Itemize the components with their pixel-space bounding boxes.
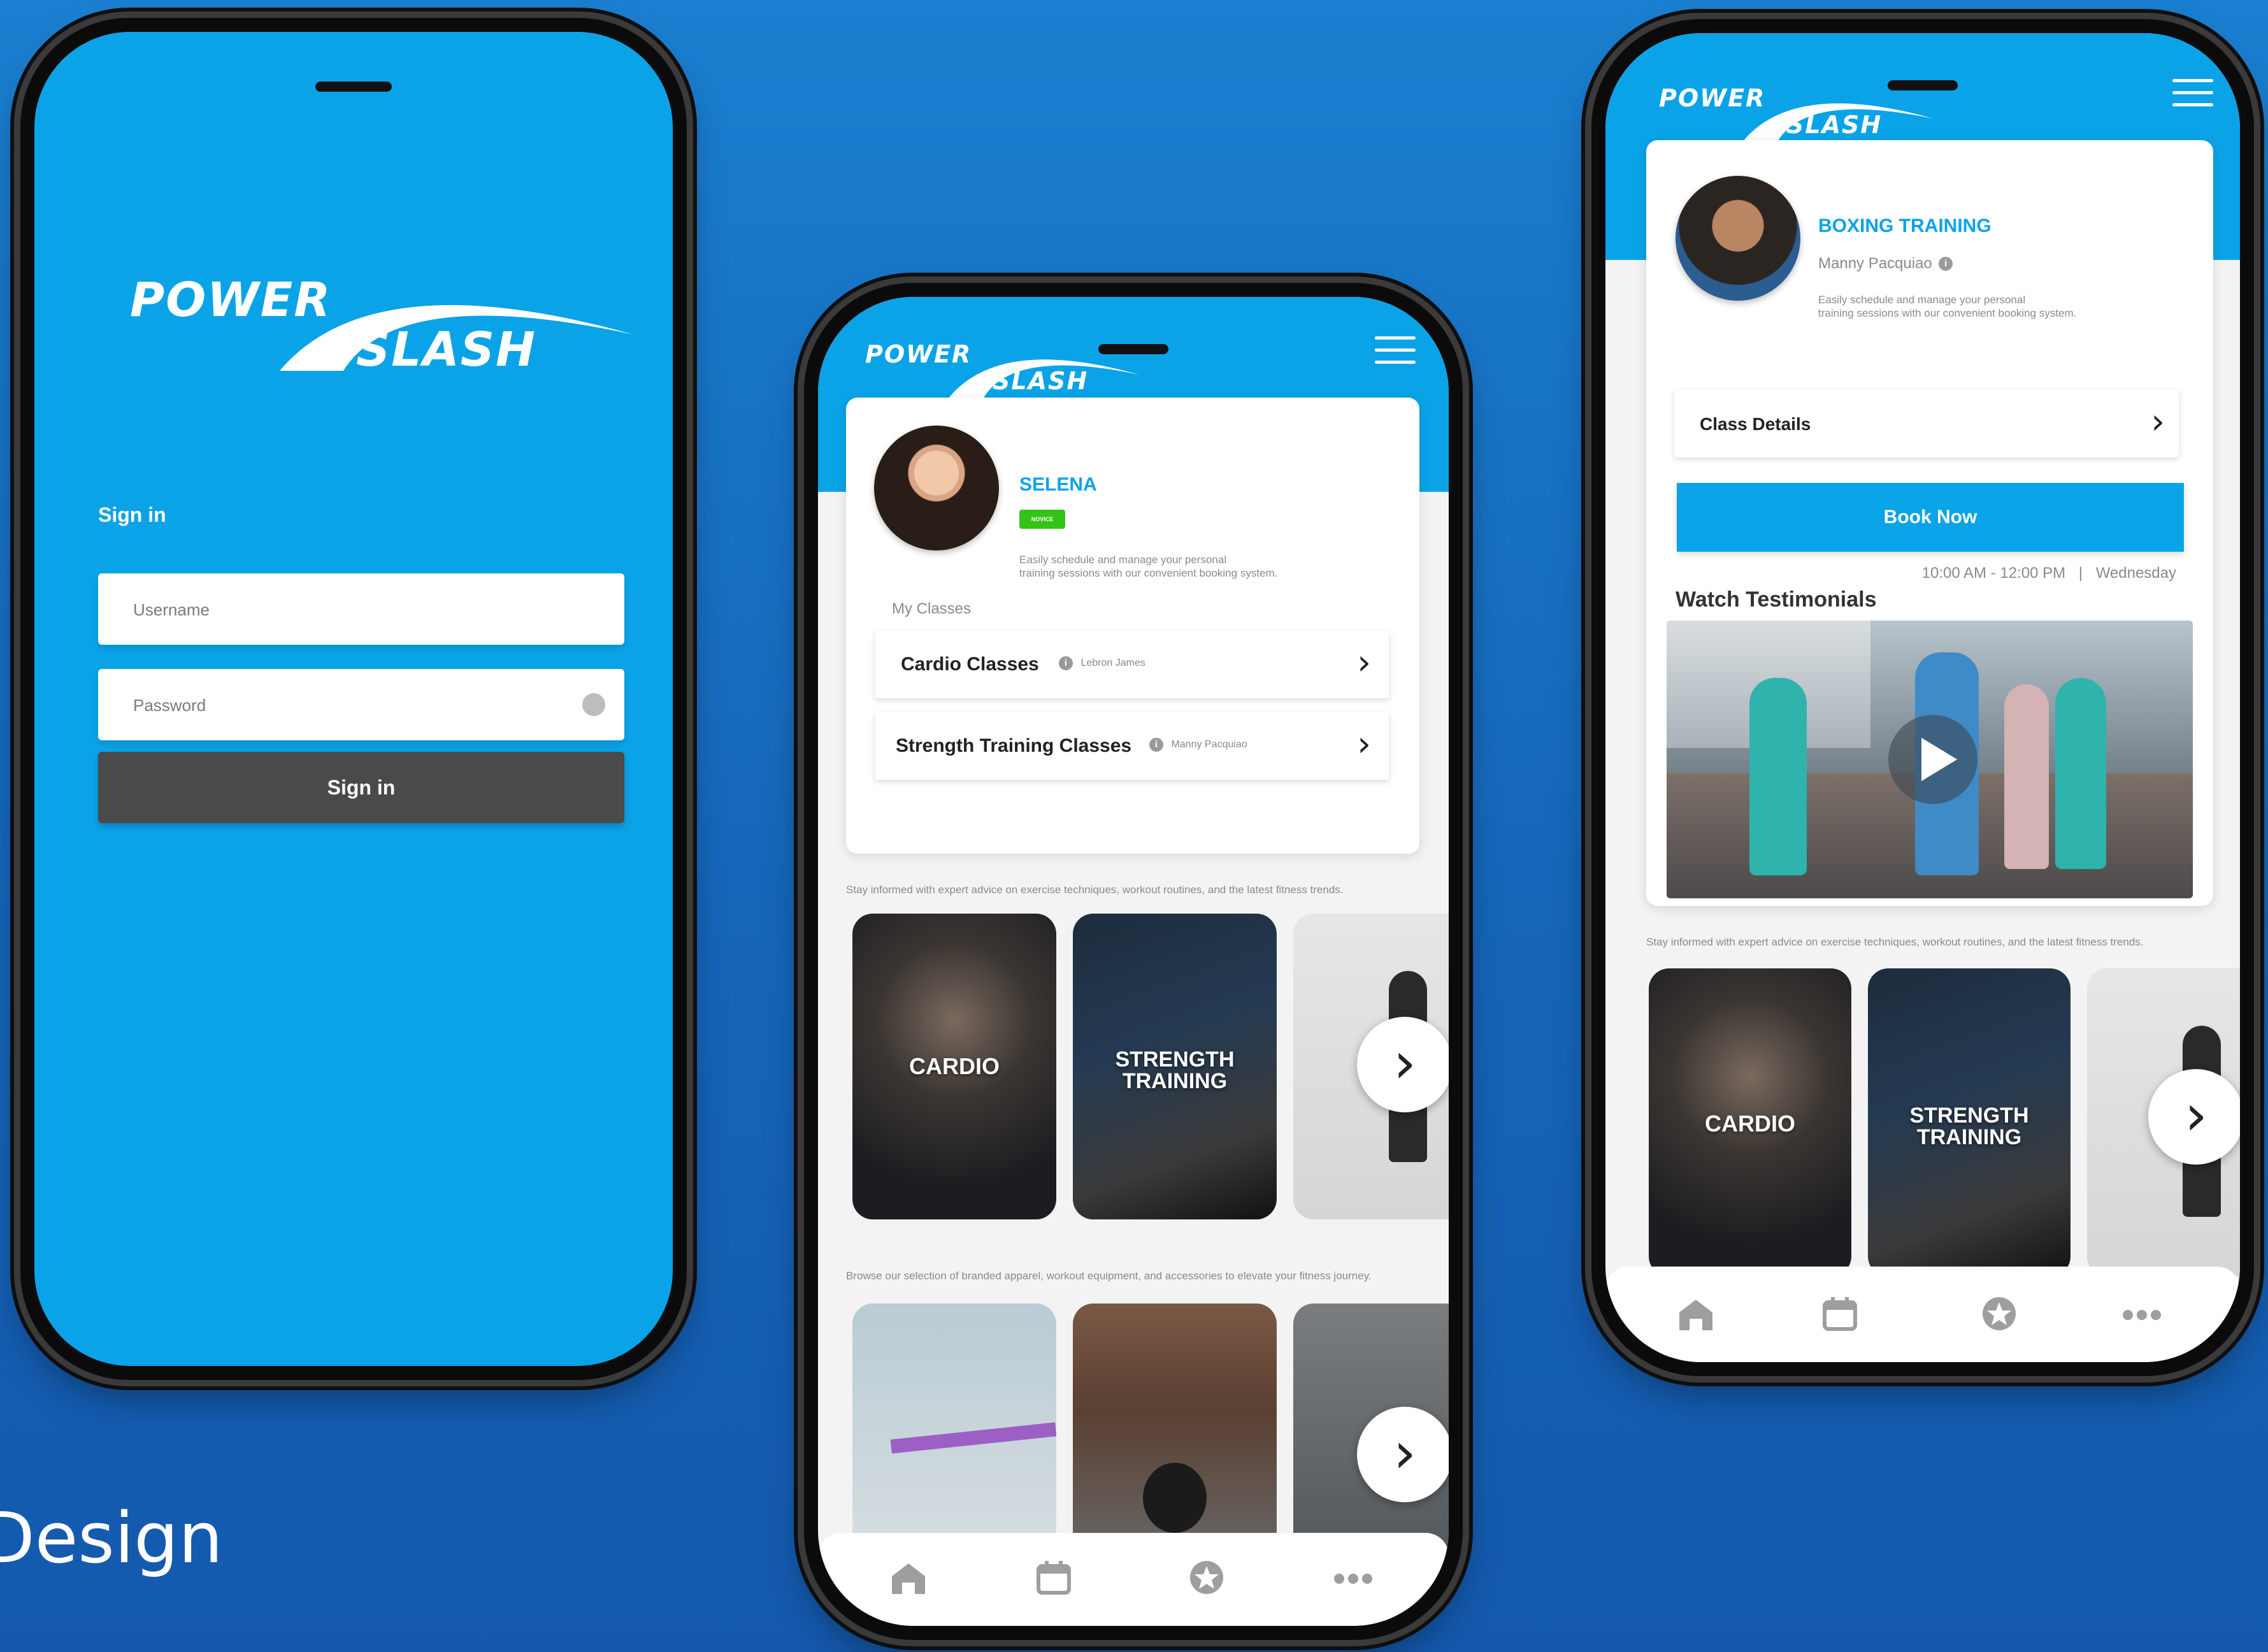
home-icon[interactable] (889, 1561, 928, 1595)
more-dots-icon[interactable] (1333, 1572, 1374, 1585)
tile-label-line2: TRAINING (1916, 1125, 2022, 1149)
coach-line: Manny Pacquiao i (1818, 255, 1953, 273)
profile-screen: POWER SLASH SELENA NOVICE Easily schedul… (818, 297, 1449, 1626)
class-coach-name: Lebron James (1080, 657, 1145, 668)
runner-3 (2004, 684, 2049, 869)
detail-description-2: training sessions with our convenient bo… (1818, 307, 2077, 319)
profile-phone: POWER SLASH SELENA NOVICE Easily schedul… (804, 283, 1463, 1640)
password-input[interactable]: Password (98, 669, 624, 740)
menu-icon[interactable] (1375, 336, 1416, 373)
class-coach: i Lebron James (1059, 656, 1145, 670)
tile-label-line1: STRENGTH (1115, 1047, 1235, 1072)
workout-tile-strength[interactable]: STRENGTH TRAINING (1868, 968, 2071, 1277)
sign-in-heading: Sign in (98, 503, 166, 526)
login-screen: POWER SLASH Sign in Username Password Si… (34, 32, 673, 1366)
kettlebell-icon (1143, 1463, 1207, 1533)
profile-name: SELENA (1019, 474, 1097, 495)
class-item-cardio[interactable]: Cardio Classes i Lebron James › (875, 631, 1389, 698)
class-details-label: Class Details (1700, 414, 1811, 434)
advice-section-text: Stay informed with expert advice on exer… (846, 884, 1344, 896)
chevron-right-icon: › (1357, 642, 1371, 682)
more-dots-icon[interactable] (2121, 1309, 2162, 1321)
shop-tile-resistance-band[interactable] (852, 1304, 1056, 1571)
level-badge: NOVICE (1019, 510, 1065, 529)
next-arrow-button[interactable]: › (1357, 1407, 1449, 1502)
tile-label-line1: STRENGTH (1909, 1103, 2029, 1128)
runner-4 (2055, 678, 2106, 869)
info-icon: i (1939, 257, 1953, 271)
class-time: 10:00 AM - 12:00 PM (1921, 564, 2066, 582)
resistance-band (890, 1422, 1056, 1454)
show-password-icon[interactable] (582, 693, 605, 716)
notch (315, 82, 392, 92)
schedule-separator: | (2078, 564, 2083, 582)
runner-1 (1749, 678, 1807, 875)
bottom-nav (1605, 1267, 2240, 1362)
advice-section-text: Stay informed with expert advice on exer… (1646, 936, 2144, 948)
bottom-nav (818, 1533, 1449, 1626)
class-day: Wednesday (2095, 564, 2176, 582)
class-title: BOXING TRAINING (1818, 215, 1992, 236)
menu-icon[interactable] (2172, 79, 2213, 115)
calendar-icon[interactable] (1036, 1560, 1072, 1595)
coach-avatar (1676, 176, 1800, 301)
profile-card: SELENA NOVICE Easily schedule and manage… (846, 398, 1419, 854)
next-arrow-button[interactable]: › (2148, 1069, 2240, 1165)
brand-word-power: POWER (1659, 84, 1766, 112)
class-detail-screen: POWER SLASH BOXING TRAINING Manny Pacqui… (1605, 33, 2240, 1362)
play-icon[interactable] (1888, 715, 1977, 804)
detail-description-1: Easily schedule and manage your personal (1818, 294, 2026, 306)
brand-word-slash: SLASH (1786, 111, 1883, 139)
notch (1888, 80, 1958, 90)
calendar-icon[interactable] (1822, 1296, 1858, 1332)
chevron-right-icon: › (1357, 724, 1371, 764)
tile-label: CARDIO (1705, 1110, 1795, 1137)
design-caption: Design (0, 1497, 223, 1579)
testimonial-video[interactable] (1667, 621, 2193, 898)
class-item-strength[interactable]: Strength Training Classes i Manny Pacqui… (875, 712, 1389, 780)
tile-label-line2: TRAINING (1122, 1069, 1228, 1093)
chevron-right-icon: › (2151, 401, 2165, 442)
sign-in-button[interactable]: Sign in (98, 752, 624, 823)
notch (1098, 344, 1168, 354)
workout-tile-strength[interactable]: STRENGTH TRAINING (1073, 914, 1277, 1219)
brand-word-slash: SLASH (356, 322, 536, 377)
tile-label: CARDIO (909, 1053, 1000, 1079)
password-placeholder: Password (133, 696, 206, 715)
class-coach: i Manny Pacquiao (1149, 738, 1247, 752)
info-icon: i (1059, 656, 1073, 670)
info-icon: i (1149, 738, 1163, 752)
username-placeholder: Username (133, 600, 210, 619)
next-arrow-button[interactable]: › (1357, 1017, 1449, 1112)
workout-tile-cardio[interactable]: CARDIO (1649, 968, 1851, 1277)
shop-section-text: Browse our selection of branded apparel,… (846, 1270, 1372, 1282)
workout-tile-cardio[interactable]: CARDIO (852, 914, 1056, 1219)
profile-description-1: Easily schedule and manage your personal (1019, 554, 1227, 566)
star-badge-icon[interactable] (1981, 1296, 2017, 1332)
class-title: Strength Training Classes (896, 735, 1132, 756)
class-schedule: 10:00 AM - 12:00 PM | Wednesday (1922, 564, 2176, 582)
coach-name: Manny Pacquiao (1818, 255, 1932, 272)
brand-logo: POWER SLASH (130, 261, 652, 382)
my-classes-label: My Classes (892, 600, 972, 617)
brand-word-power: POWER (865, 340, 972, 368)
class-detail-card: BOXING TRAINING Manny Pacquiao i Easily … (1646, 140, 2213, 906)
profile-description-2: training sessions with our convenient bo… (1019, 567, 1278, 579)
class-title: Cardio Classes (901, 654, 1039, 675)
brand-word-power: POWER (130, 273, 332, 327)
home-icon[interactable] (1677, 1297, 1715, 1332)
login-phone: POWER SLASH Sign in Username Password Si… (20, 18, 687, 1380)
class-detail-phone: POWER SLASH BOXING TRAINING Manny Pacqui… (1591, 19, 2254, 1376)
brand-word-slash: SLASH (993, 367, 1089, 395)
shop-tile-kettlebell[interactable] (1073, 1304, 1277, 1571)
class-coach-name: Manny Pacquiao (1171, 739, 1247, 750)
username-input[interactable]: Username (98, 573, 624, 645)
testimonials-heading: Watch Testimonials (1676, 587, 1877, 612)
class-details-row[interactable]: Class Details › (1674, 390, 2179, 457)
star-badge-icon[interactable] (1189, 1560, 1224, 1595)
avatar (874, 426, 999, 550)
book-now-button[interactable]: Book Now (1677, 483, 2184, 552)
